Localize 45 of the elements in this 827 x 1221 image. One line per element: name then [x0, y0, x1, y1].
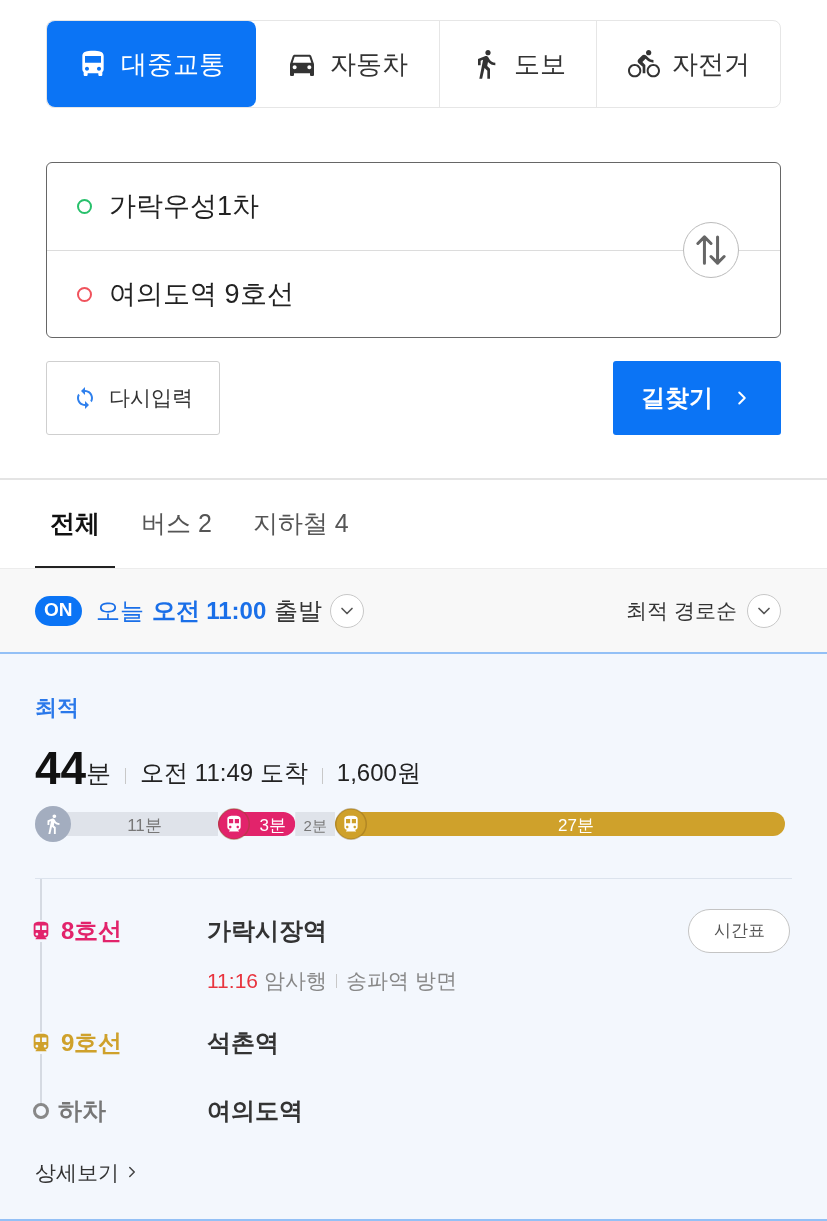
arrival-time: 오전 11:49 도착 [140, 758, 308, 788]
train-direction: 암사행 [264, 968, 327, 994]
line-name: 8호선 [61, 916, 123, 946]
segment-duration: 3분 [259, 815, 286, 835]
mode-tab[interactable]: 도보 [438, 21, 597, 107]
search-route-button[interactable]: 길찾기 [613, 361, 781, 435]
departure-time: 11:16 [207, 968, 258, 994]
departure-label: 출발 [274, 595, 323, 626]
mode-tab[interactable]: 대중교통 [47, 21, 256, 107]
result-tab[interactable]: 버스 2 [126, 480, 227, 568]
line-name: 9호선 [61, 1027, 123, 1058]
mode-tab[interactable]: 자동차 [255, 21, 439, 107]
platform-direction: 송파역 방면 [346, 968, 457, 994]
swap-arrows-icon [696, 235, 726, 265]
station-name: 여의도역 [207, 1095, 303, 1126]
train-icon [218, 808, 250, 840]
fare: 1,600원 [336, 758, 421, 788]
sort-dropdown-button[interactable] [747, 593, 781, 628]
walking-person-icon [35, 806, 71, 842]
departure-dropdown-button[interactable] [330, 593, 365, 628]
train-icon [335, 808, 367, 840]
reset-button[interactable]: 다시입력 [46, 361, 220, 435]
best-route-label: 최적 [35, 694, 79, 722]
transfer-walk-bar [295, 812, 335, 836]
duration-value: 44 [35, 742, 87, 794]
station-name: 석촌역 [207, 1027, 279, 1058]
mode-tab[interactable]: 자전거 [596, 21, 780, 107]
departure-day: 오늘 [95, 592, 144, 629]
bicycle-icon [627, 48, 660, 80]
origin-field[interactable]: 가락우성1차 [47, 163, 780, 250]
circle-marker-icon [77, 286, 92, 302]
segment-duration: 2분 [303, 816, 327, 834]
time-toggle[interactable]: ON [35, 595, 82, 626]
sort-label: 최적 경로순 [626, 597, 737, 624]
result-tab[interactable]: 지하철 4 [237, 480, 364, 568]
circle-marker-icon [77, 199, 92, 214]
timetable-button[interactable]: 시간표 [688, 909, 790, 953]
departure-time: 오전 11:00 [151, 595, 267, 626]
station-name: 가락시장역 [207, 916, 327, 946]
duration-unit: 분 [86, 759, 112, 788]
swap-button[interactable] [683, 222, 739, 278]
segment-duration: 27분 [558, 815, 594, 835]
details-link[interactable]: 상세보기 [35, 1156, 141, 1188]
line-name: 하차 [58, 1095, 106, 1126]
segment-duration: 11분 [127, 815, 162, 835]
